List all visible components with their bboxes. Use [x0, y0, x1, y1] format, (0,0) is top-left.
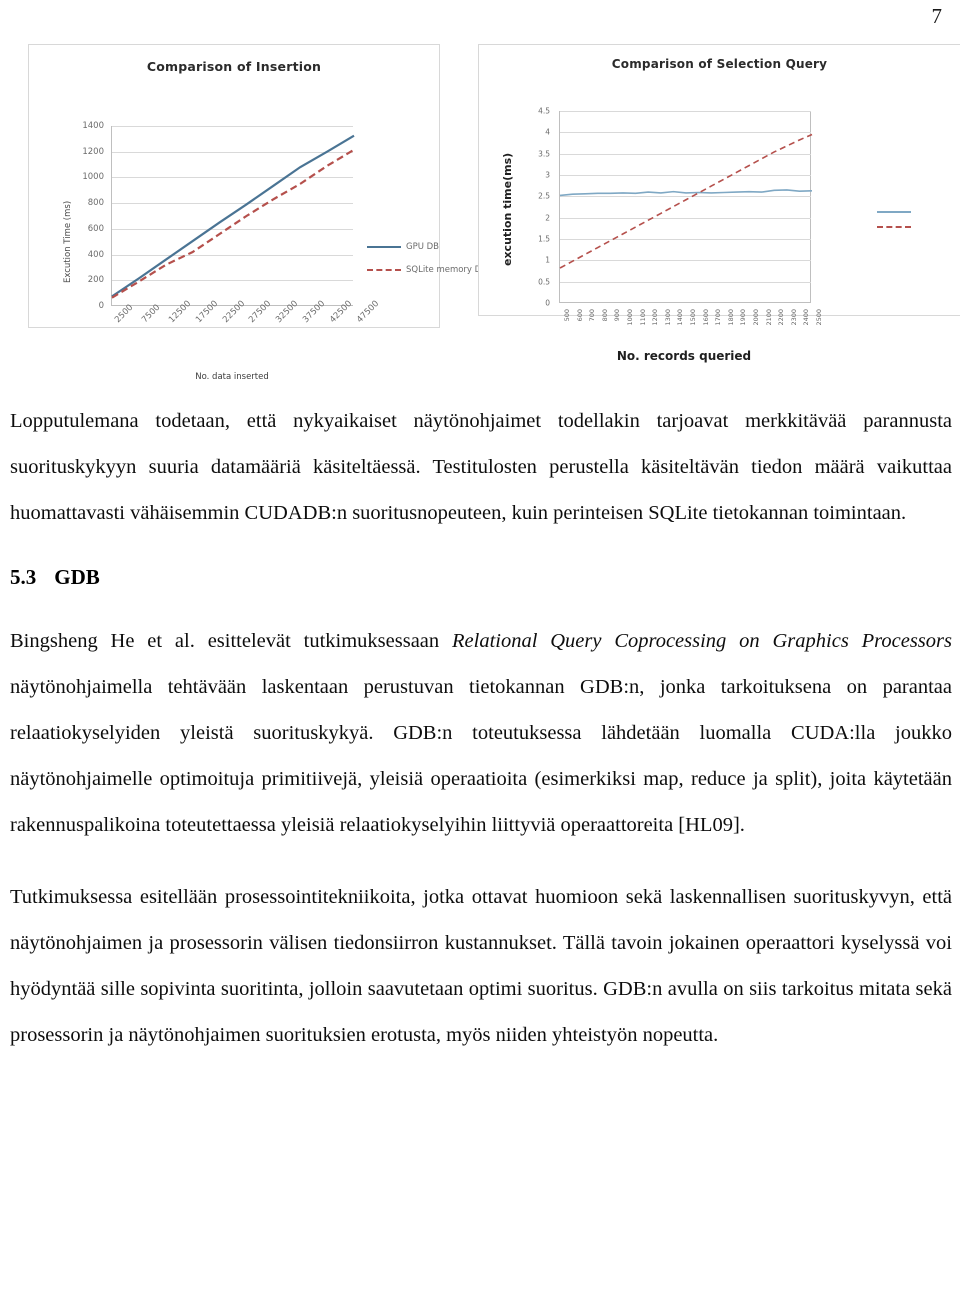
series-line — [559, 189, 813, 197]
legend-row: GPU DB — [367, 242, 487, 252]
chart-selection-query-x-ticks: 500 600 700 800 900 1000 1100 1200 1300 1400 1500 1… — [559, 307, 823, 343]
y-tick-label: 3.5 — [538, 149, 550, 159]
x-tick-label: 1900 — [739, 309, 748, 326]
legend-swatch-solid-icon — [877, 211, 911, 213]
series-line — [111, 134, 355, 298]
y-tick-label: 3 — [545, 170, 550, 180]
x-tick-label: 1600 — [701, 309, 710, 326]
legend-row: SQLite memory DB — [367, 265, 487, 275]
chart-selection-query-x-axis-label: No. records queried — [616, 349, 752, 363]
x-tick-label: 1700 — [714, 309, 723, 326]
x-tick-label: 2000 — [752, 309, 760, 326]
paragraph-gdb-techniques: Tutkimuksessa esitellään prosessointitek… — [10, 886, 952, 1046]
legend-swatch-dashed-icon — [367, 269, 401, 271]
x-tick-label: 900 — [613, 309, 622, 322]
chart-insertion: Comparison of Insertion Excution Time (m… — [28, 44, 487, 382]
x-tick-label: 1300 — [663, 309, 672, 326]
chart-insertion-y-axis-label: Excution Time (ms) — [63, 200, 73, 284]
document-body: Lopputulemana todetaan, että nykyaikaise… — [10, 398, 952, 1058]
chart-selection-query-y-axis-label: excution time(ms) — [501, 152, 514, 266]
chart-selection-query: Comparison of Selection Query excution t… — [478, 44, 960, 363]
y-tick-label: 0 — [545, 298, 550, 308]
series-layer — [111, 134, 355, 299]
y-tick-label: 1 — [545, 255, 550, 265]
chart-selection-query-legend — [877, 211, 916, 241]
x-tick-label: 1800 — [726, 309, 735, 326]
y-tick-label: 1.5 — [538, 234, 550, 244]
section-heading-gdb: 5.3 GDB — [10, 562, 952, 592]
x-tick-label: 2100 — [764, 309, 773, 326]
legend-row — [877, 211, 916, 213]
series-line — [559, 133, 813, 269]
x-tick-label: 600 — [575, 309, 584, 322]
x-tick-label: 2500 — [815, 309, 823, 326]
y-tick-label: 1400 — [82, 121, 104, 131]
x-tick-label: 2500 — [113, 302, 136, 326]
chart-insertion-x-axis-label: No. data inserted — [195, 372, 269, 382]
series-line — [111, 148, 355, 299]
x-tick-label: 1400 — [676, 309, 685, 326]
x-tick-label: 2200 — [777, 309, 786, 326]
legend-row — [877, 226, 916, 228]
chart-insertion-y-ticks: 0 200 400 600 800 1000 1200 1400 — [75, 121, 107, 311]
y-tick-label: 0.5 — [538, 277, 550, 287]
y-tick-label: 2 — [545, 213, 550, 223]
y-tick-label: 4.5 — [538, 106, 550, 116]
y-tick-label: 200 — [87, 275, 104, 286]
x-tick-label: 700 — [588, 309, 597, 322]
chart-selection-query-plot-area — [559, 111, 813, 303]
x-tick-label: 1100 — [638, 309, 647, 326]
paper-title-italic: Relational Query Coprocessing on Graphic… — [452, 630, 952, 652]
x-tick-label: 500 — [563, 309, 571, 322]
chart-selection-query-y-ticks: 0 0.5 1 1.5 2 2.5 3 3.5 4 4.5 — [523, 107, 553, 308]
x-tick-label: 1200 — [651, 309, 660, 326]
legend-label: SQLite memory DB — [406, 265, 488, 275]
y-tick-label: 1000 — [82, 172, 104, 183]
chart-insertion-title: Comparison of Insertion — [146, 59, 322, 74]
y-tick-label: 600 — [87, 223, 104, 234]
paragraph-gdb-part2: näytönohjaimella tehtävään laskentaan pe… — [10, 676, 952, 836]
section-number: 5.3 — [10, 565, 37, 589]
x-tick-label: 2400 — [802, 309, 811, 326]
y-tick-label: 2.5 — [538, 191, 550, 201]
x-tick-label: 2300 — [789, 309, 798, 326]
paragraph-gdb-part1: Bingsheng He et al. esittelevät tutkimuk… — [10, 630, 452, 652]
chart-insertion-legend: GPU DB SQLite memory DB — [367, 242, 487, 288]
paragraph-conclusion: Lopputulemana todetaan, että nykyaikaise… — [10, 410, 952, 524]
x-tick-label: 7500 — [139, 302, 163, 326]
y-tick-label: 0 — [98, 301, 104, 311]
chart-selection-query-title: Comparison of Selection Query — [611, 57, 828, 71]
legend-swatch-dashed-icon — [877, 226, 911, 228]
x-tick-label: 800 — [600, 309, 609, 322]
series-layer — [559, 133, 813, 269]
x-tick-label: 1000 — [626, 309, 634, 326]
section-title: GDB — [54, 565, 100, 589]
legend-swatch-solid-icon — [367, 246, 401, 248]
y-tick-label: 800 — [87, 198, 104, 209]
y-tick-label: 400 — [87, 249, 104, 260]
page-number: 7 — [931, 4, 943, 28]
x-tick-label: 1500 — [689, 309, 697, 326]
chart-insertion-plot-area — [111, 126, 355, 306]
x-tick-label: 47500 — [355, 298, 382, 326]
y-tick-label: 1200 — [82, 146, 104, 157]
paragraph-gdb-intro: Bingsheng He et al. esittelevät tutkimuk… — [10, 618, 952, 848]
y-tick-label: 4 — [545, 127, 550, 137]
figure-band: Comparison of Insertion Excution Time (m… — [0, 44, 960, 382]
legend-label: GPU DB — [406, 242, 440, 252]
chart-insertion-x-ticks: 2500 7500 12500 17500 22500 27500 32500 37500 42… — [111, 299, 381, 356]
